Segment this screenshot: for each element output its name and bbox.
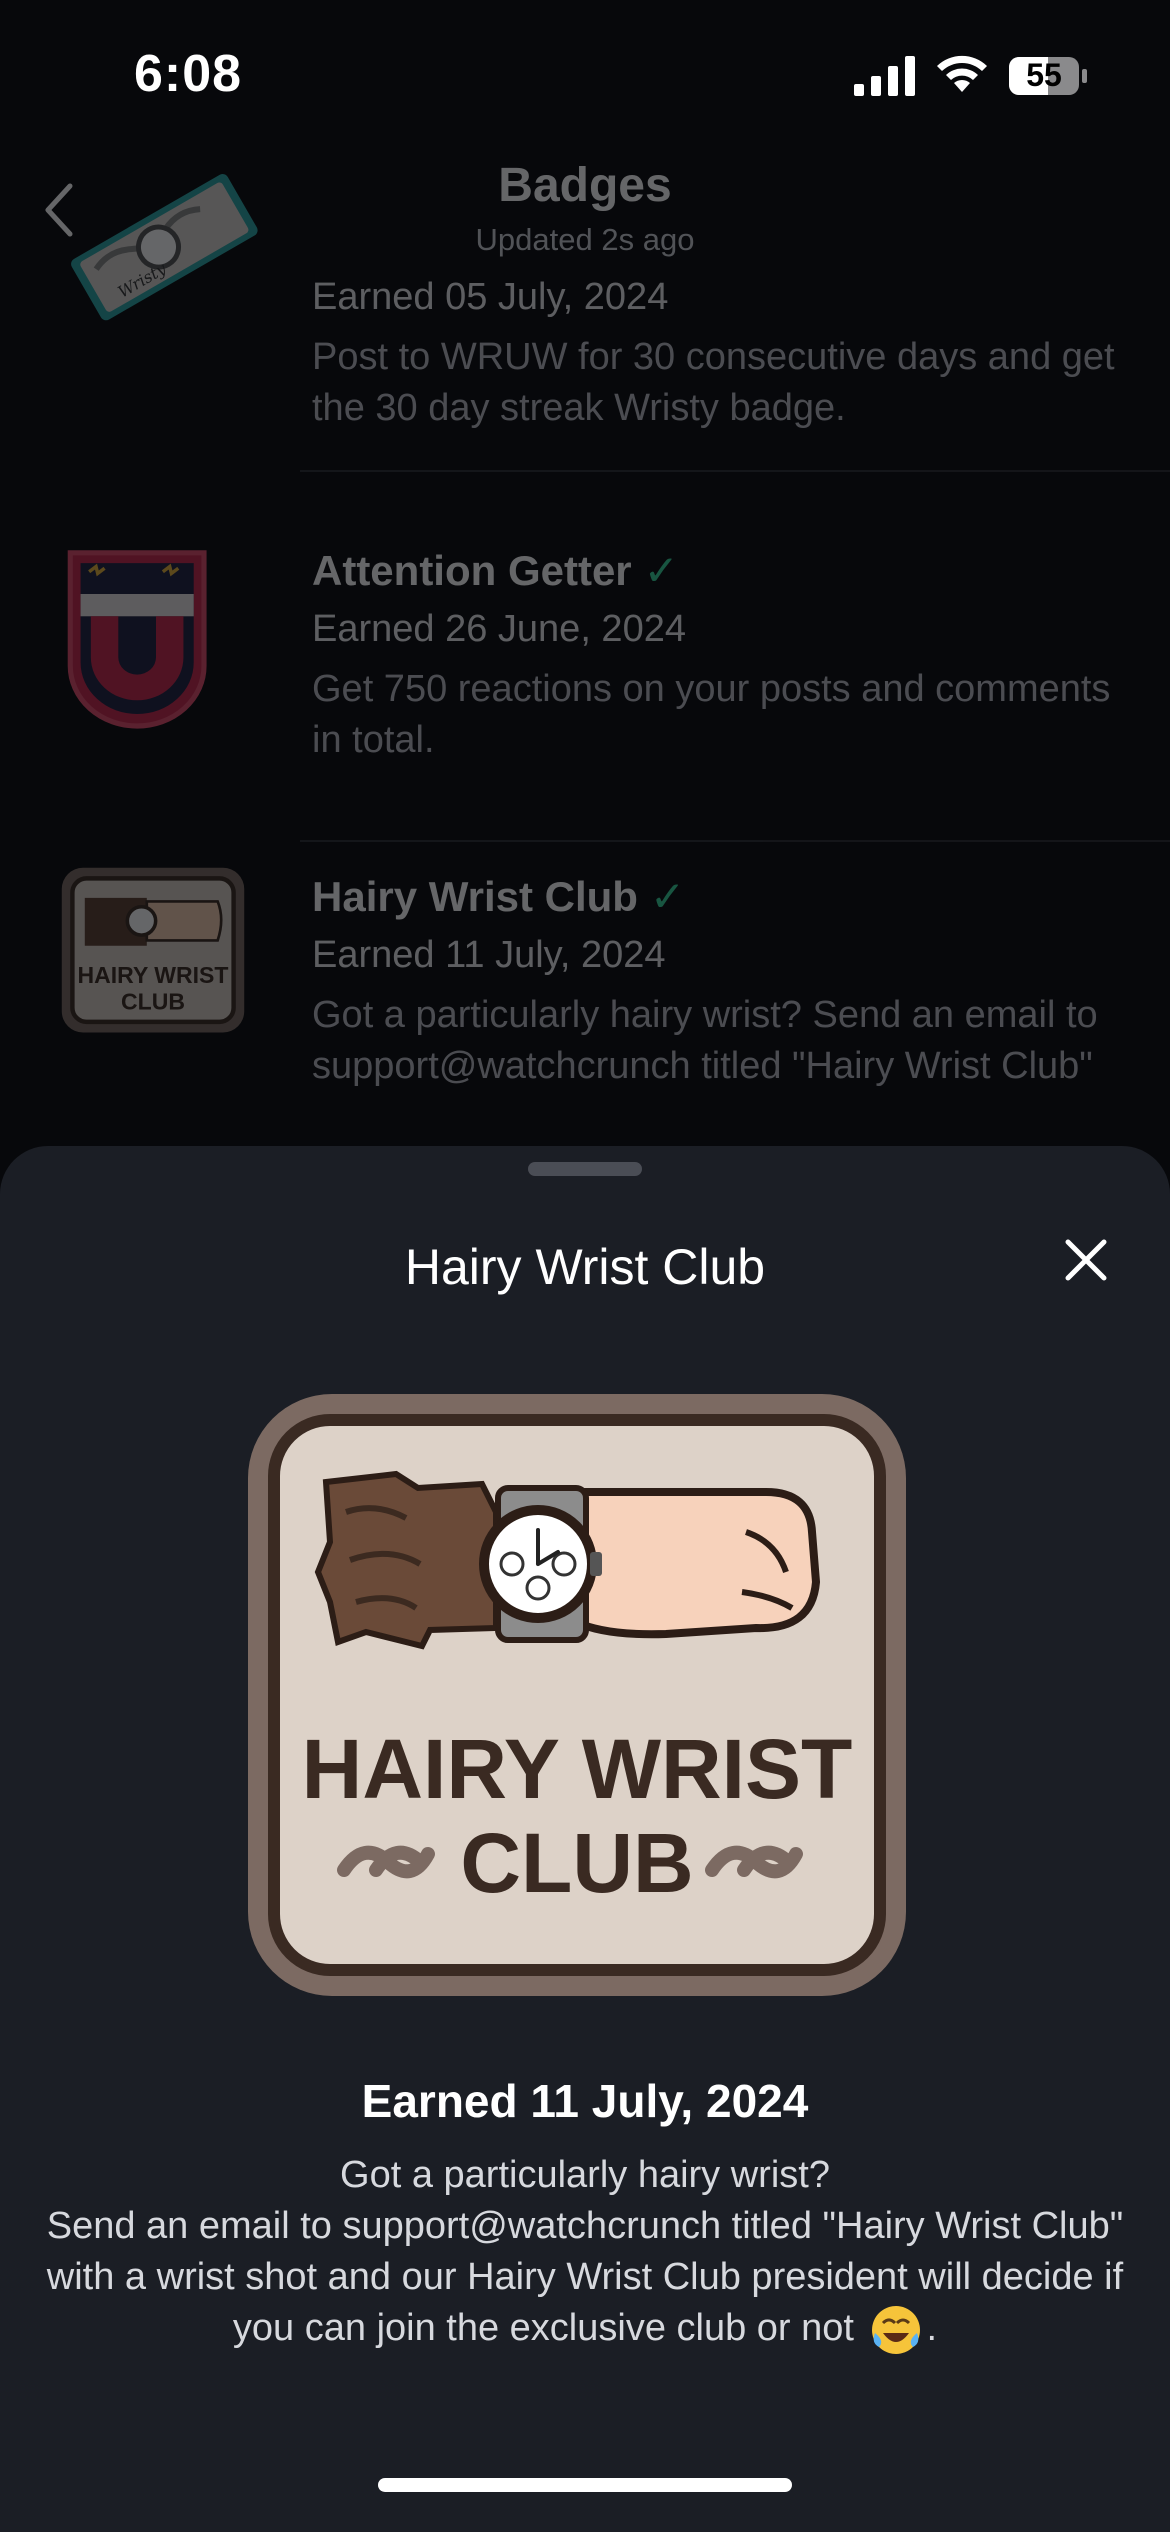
badge-date: Earned 26 June, 2024 bbox=[312, 608, 686, 650]
tears-of-joy-emoji-icon bbox=[871, 2306, 920, 2354]
badge-detail-description: Got a particularly hairy wrist? Send an … bbox=[40, 2150, 1130, 2357]
svg-text:CLUB: CLUB bbox=[460, 1816, 693, 1910]
close-icon[interactable] bbox=[1060, 1234, 1112, 1286]
badge-date: Earned 05 July, 2024 bbox=[312, 276, 669, 318]
badge-date: Earned 11 July, 2024 bbox=[312, 934, 666, 976]
badge-description: Post to WRUW for 30 consecutive days and… bbox=[312, 336, 1115, 429]
detail-line-1: Got a particularly hairy wrist? bbox=[340, 2154, 830, 2196]
hairy-wrist-club-badge: HAIRY WRIST CLUB bbox=[248, 1394, 906, 1996]
badges-page: Badges Updated 2s ago Wristy Earned 05 J… bbox=[0, 150, 1170, 1150]
badge-title: Hairy Wrist Club ✓ bbox=[312, 873, 686, 920]
wristy-streak-badge: Wristy bbox=[71, 174, 258, 321]
badge-description: Got a particularly hairy wrist? Send an … bbox=[312, 994, 1098, 1087]
checkmark-icon: ✓ bbox=[643, 547, 679, 594]
home-indicator bbox=[378, 2478, 792, 2492]
svg-text:CLUB: CLUB bbox=[121, 988, 185, 1014]
badge-detail-sheet: Hairy Wrist Club HAIRY WRIST CLUB Earned… bbox=[0, 1146, 1170, 2532]
detail-line-2: Send an email to support@watchcrunch tit… bbox=[40, 2201, 1130, 2357]
sheet-grabber[interactable] bbox=[528, 1162, 642, 1176]
badge-row-streak[interactable]: Wristy Earned 05 July, 2024 Post to WRUW… bbox=[0, 146, 1170, 472]
badge-row-attention-getter[interactable]: Attention Getter ✓ Earned 26 June, 2024 G… bbox=[0, 516, 1170, 842]
hairy-wrist-club-badge-small: HAIRY WRIST CLUB bbox=[61, 867, 245, 1033]
badge-row-hairy-wrist-club[interactable]: HAIRY WRIST CLUB Hairy Wrist Club ✓ Earne… bbox=[0, 842, 1170, 1168]
battery-icon: 55 bbox=[1008, 56, 1088, 96]
badge-description: Get 750 reactions on your posts and comm… bbox=[312, 668, 1111, 761]
magnet-badge bbox=[67, 550, 207, 729]
signal-icon bbox=[854, 56, 915, 96]
battery-level: 55 bbox=[1026, 57, 1062, 93]
checkmark-icon: ✓ bbox=[649, 873, 686, 920]
badge-title: Attention Getter ✓ bbox=[312, 547, 679, 594]
svg-text:HAIRY WRIST: HAIRY WRIST bbox=[302, 1722, 853, 1816]
divider bbox=[300, 470, 1170, 472]
earned-date: Earned 11 July, 2024 bbox=[361, 2075, 809, 2127]
wifi-icon bbox=[937, 55, 987, 92]
status-bar: 6:08 55 bbox=[0, 0, 1170, 150]
status-time: 6:08 bbox=[134, 45, 243, 103]
svg-text:HAIRY WRIST: HAIRY WRIST bbox=[78, 962, 229, 988]
sheet-title: Hairy Wrist Club bbox=[404, 1239, 766, 1295]
